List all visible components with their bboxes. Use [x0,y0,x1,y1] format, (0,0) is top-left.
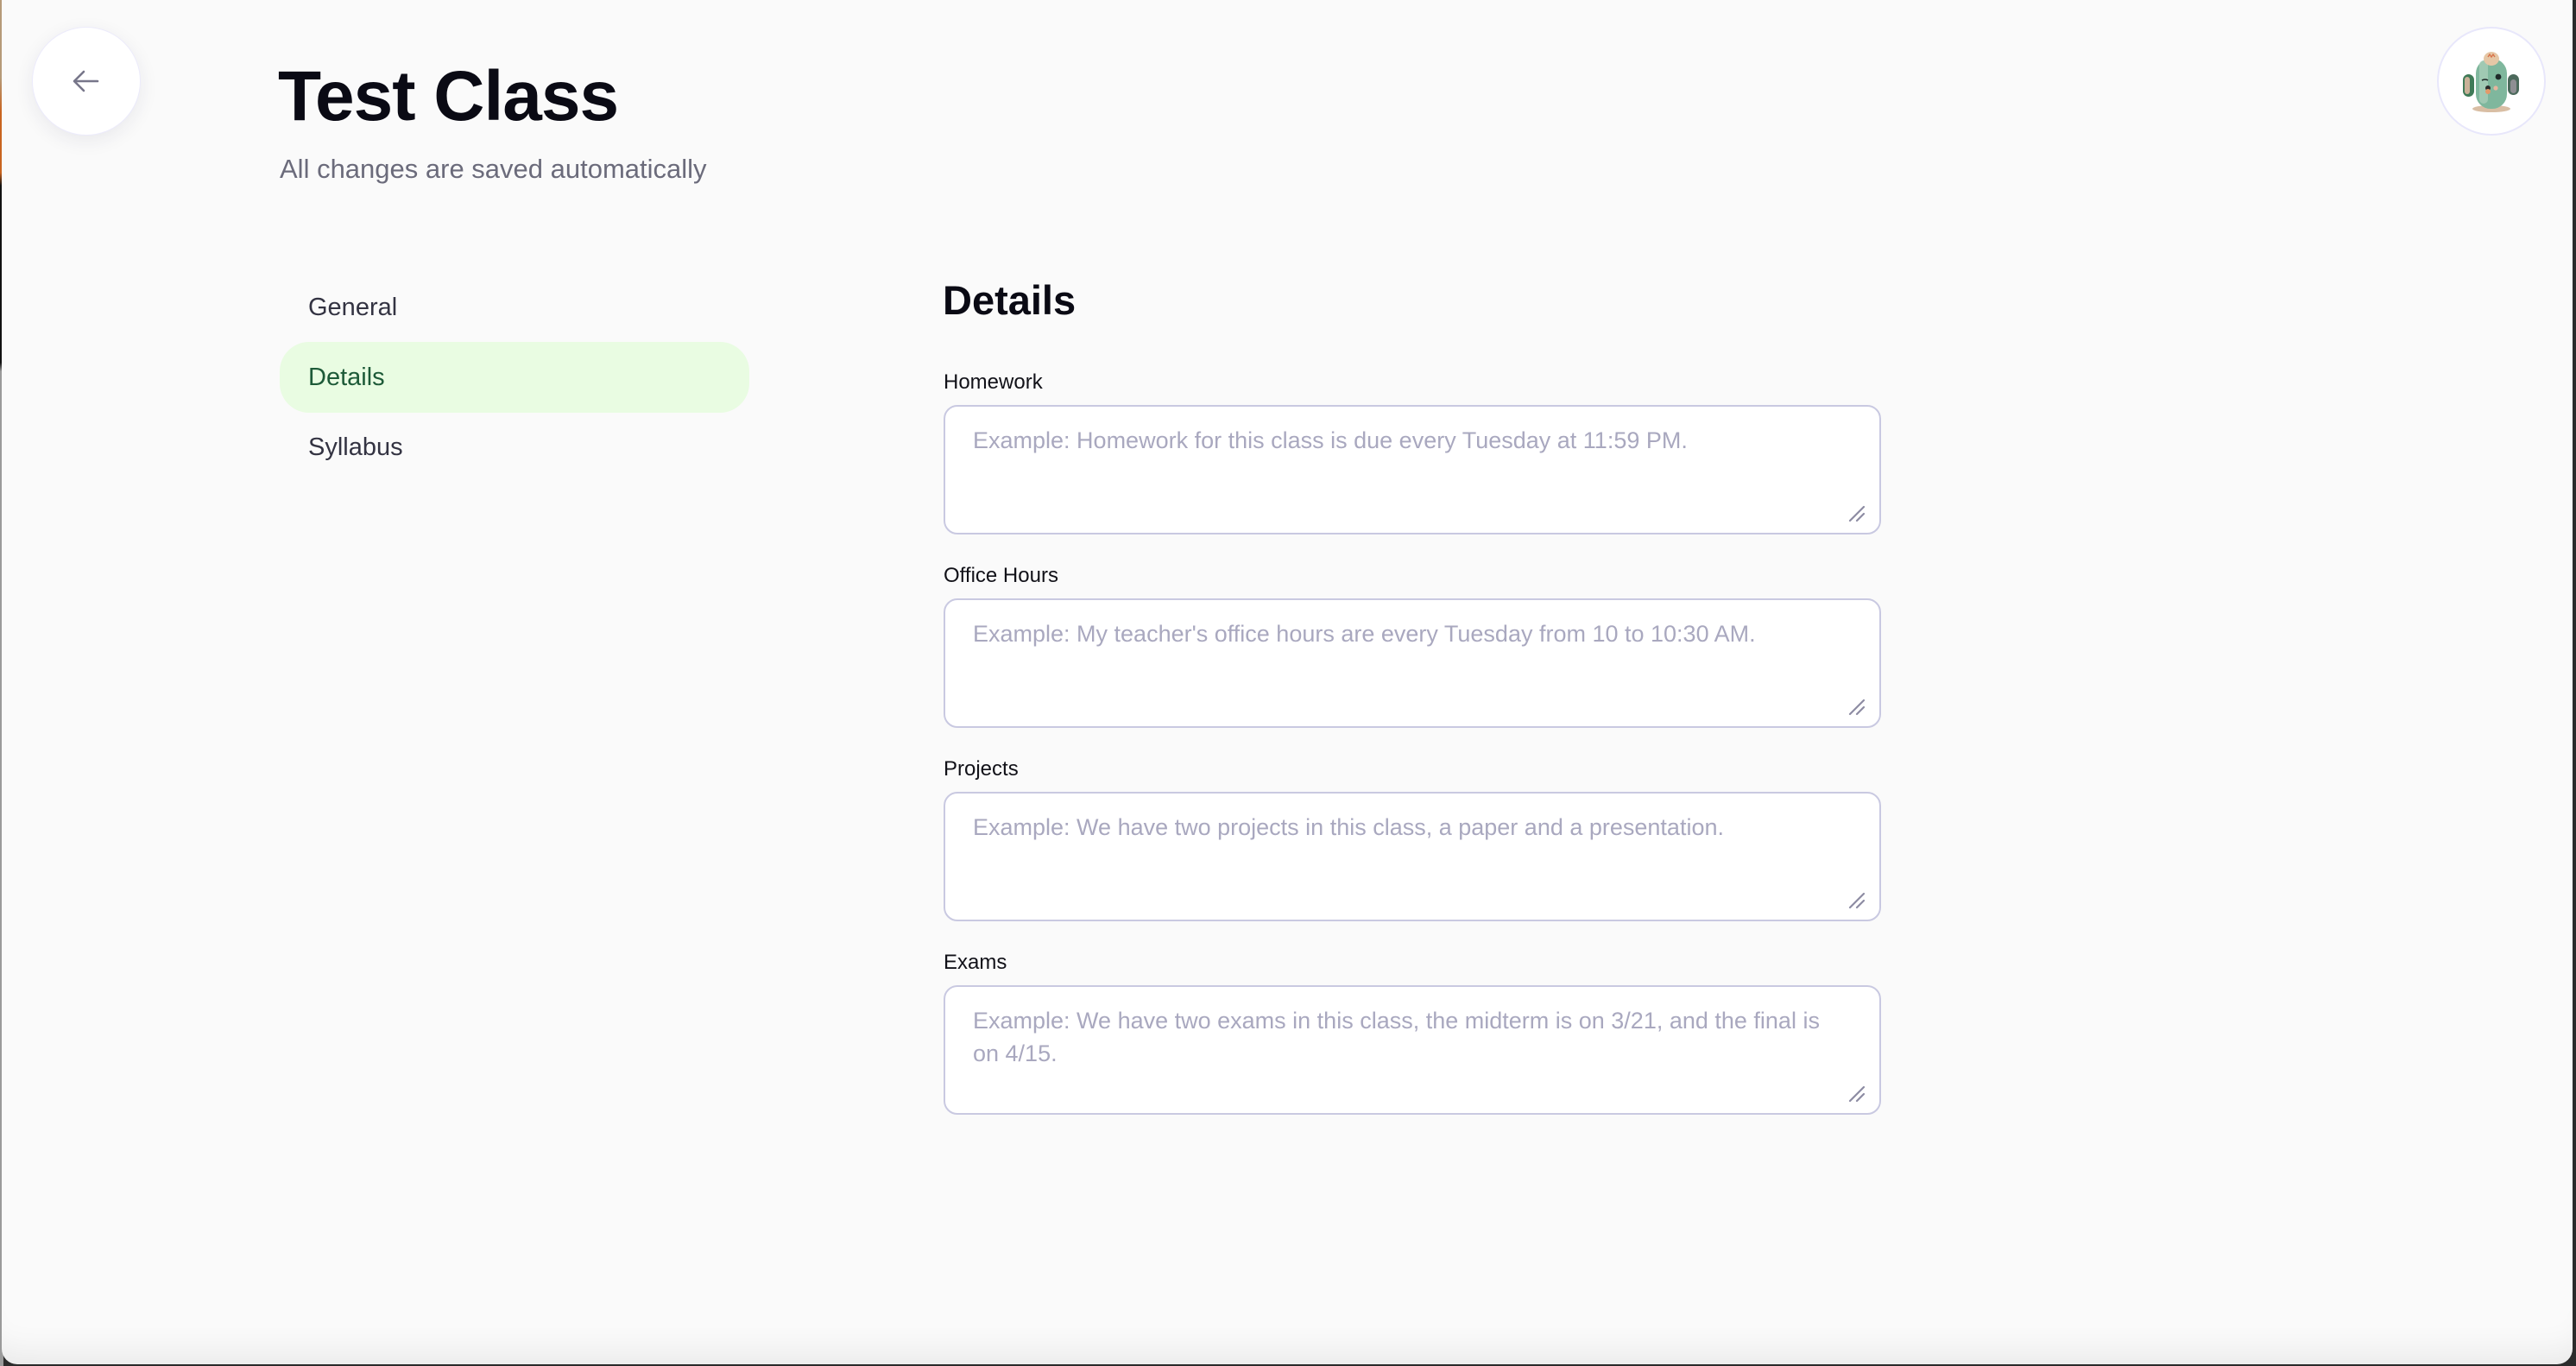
projects-textarea[interactable] [945,794,1879,920]
exams-label: Exams [944,951,1007,974]
cactus-avatar-icon [2463,52,2519,112]
sidebar-item-label: Details [308,363,385,391]
exams-field-box [944,985,1881,1115]
projects-label: Projects [944,757,1019,781]
resize-handle-icon[interactable] [1847,503,1867,524]
homework-label: Homework [944,370,1043,394]
office-hours-field-group: Office Hours [944,563,1883,728]
homework-textarea[interactable] [945,407,1879,533]
autosave-status: All changes are saved automatically [280,154,707,184]
back-button[interactable] [32,27,141,136]
app-window: Test Class All changes are saved automat… [2,0,2573,1364]
sidebar-item-label: Syllabus [308,433,403,461]
resize-handle-icon[interactable] [1847,1084,1867,1104]
page-title: Test Class [278,57,619,136]
sidebar-item-details[interactable]: Details [280,342,749,413]
sidebar-item-general[interactable]: General [280,273,749,342]
exams-textarea[interactable] [945,987,1879,1113]
settings-sidebar: General Details Syllabus [280,273,749,482]
projects-field-group: Projects [944,756,1883,921]
resize-handle-icon[interactable] [1847,697,1867,718]
projects-field-box [944,792,1881,921]
sidebar-item-label: General [308,293,398,321]
user-avatar[interactable] [2437,27,2546,136]
office-hours-textarea[interactable] [945,600,1879,726]
sidebar-item-syllabus[interactable]: Syllabus [280,413,749,482]
homework-field-box [944,405,1881,534]
office-hours-field-box [944,598,1881,728]
homework-field-group: Homework [944,370,1883,534]
office-hours-label: Office Hours [944,564,1058,587]
exams-field-group: Exams [944,950,1883,1115]
section-title: Details [943,277,1076,323]
resize-handle-icon[interactable] [1847,890,1867,911]
arrow-left-icon [73,70,99,92]
